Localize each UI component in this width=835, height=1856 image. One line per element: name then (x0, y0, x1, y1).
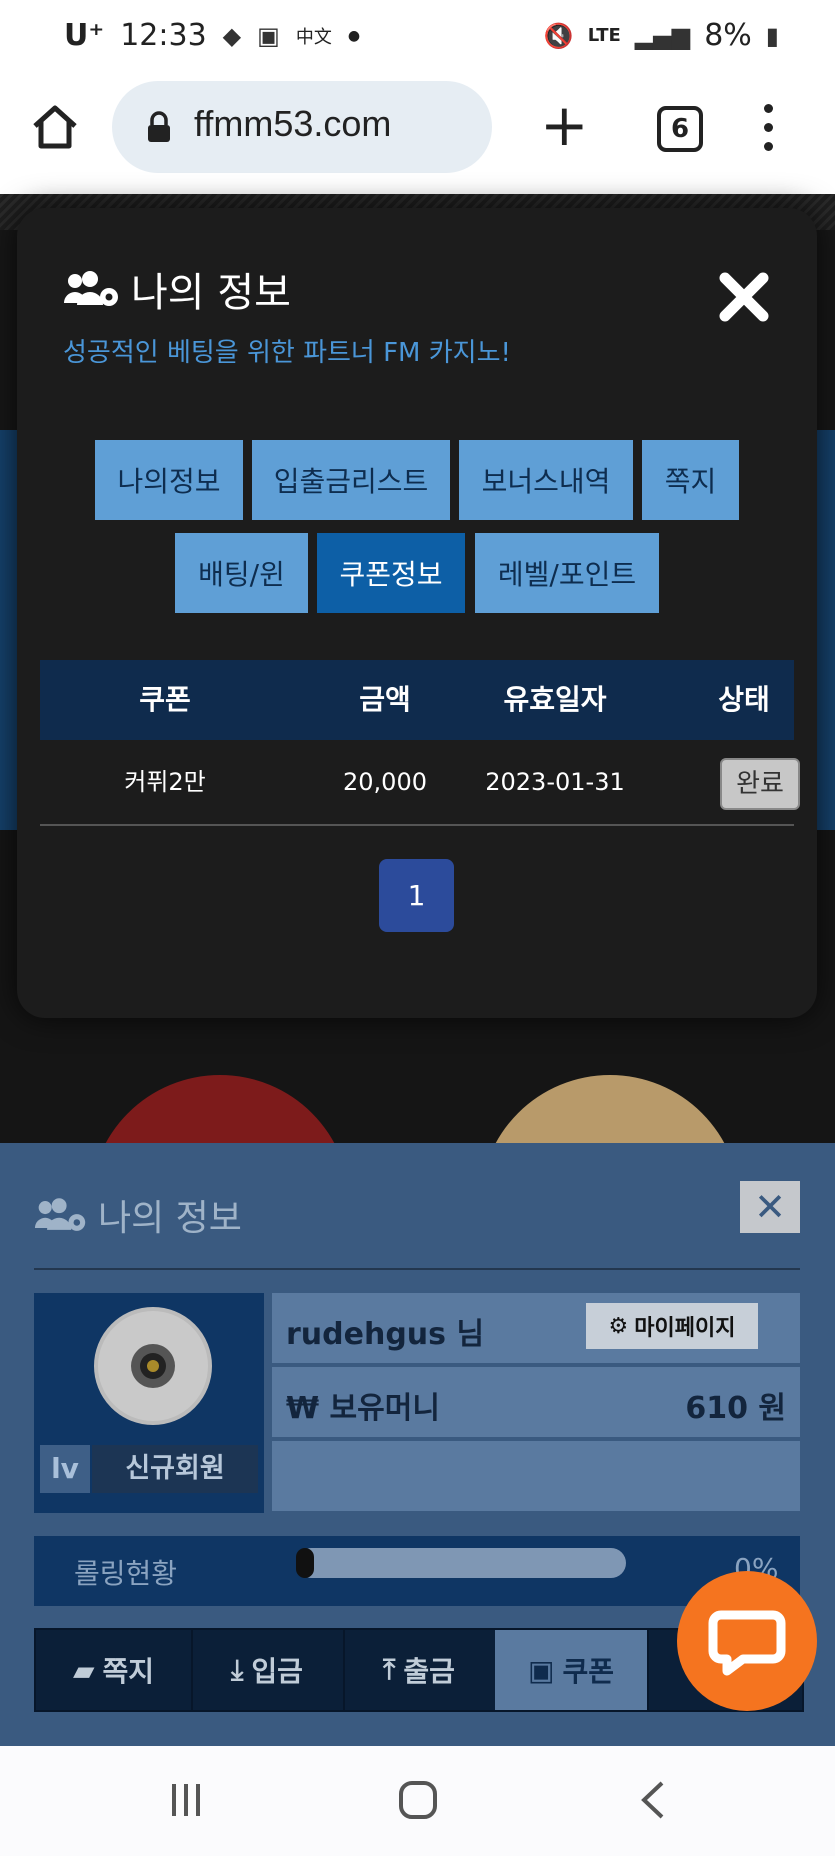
tab-my-info[interactable]: 나의정보 (95, 440, 243, 520)
tab-betting[interactable]: 배팅/윈 (175, 533, 308, 613)
recent-apps-icon[interactable] (168, 1782, 204, 1818)
level-label: lv (40, 1445, 90, 1493)
modal-title: 나의 정보 (63, 260, 291, 318)
column-header: 금액 (359, 683, 411, 716)
status-bar: U⁺ 12:33 ◆ ▣ 中文 ● 🔇 LTE ▂▄▆ 8% ▮ (0, 0, 835, 76)
empty-row (272, 1441, 800, 1511)
action-label: 쿠폰 (562, 1655, 614, 1688)
coupon-expiry: 2023-01-31 (485, 768, 625, 796)
mute-icon: 🔇 (543, 21, 574, 50)
tab-transactions[interactable]: 입출금리스트 (252, 440, 450, 520)
dot-icon: ● (347, 27, 361, 44)
coupon-button[interactable]: ▣ 쿠폰 (495, 1630, 649, 1710)
home-icon[interactable] (30, 102, 80, 152)
address-bar[interactable]: ffmm53.com (112, 81, 492, 173)
action-label: 입금 (251, 1655, 303, 1688)
lock-icon (148, 111, 170, 142)
member-grade: 신규회원 (92, 1445, 258, 1493)
username-row: rudehgus 님 ⚙ 마이페이지 (272, 1293, 800, 1363)
panel-title: 나의 정보 (34, 1189, 242, 1241)
users-gear-icon (34, 1198, 86, 1231)
new-tab-icon[interactable]: + (540, 96, 589, 154)
column-header: 쿠폰 (139, 683, 191, 716)
won-icon: ₩ (286, 1391, 320, 1426)
balance-label: ₩ 보유머니 (286, 1383, 440, 1427)
network-label: LTE (587, 25, 621, 46)
signal-icon: ▂▄▆ (634, 21, 691, 50)
users-gear-icon (64, 271, 118, 306)
tab-coupons[interactable]: 쿠폰정보 (317, 533, 465, 613)
page-1-button[interactable]: 1 (379, 859, 454, 932)
carrier-label: U⁺ (64, 18, 105, 53)
close-button[interactable]: ✕ (740, 1181, 800, 1233)
battery-icon: ▮ (765, 21, 779, 50)
panel-title-text: 나의 정보 (98, 1198, 242, 1239)
balance-label-text: 보유머니 (329, 1391, 440, 1426)
modal-subtitle: 성공적인 베팅을 위한 파트너 FM 카지노! (63, 338, 511, 368)
balance-value: 610 원 (685, 1391, 786, 1426)
mypage-button[interactable]: ⚙ 마이페이지 (586, 1303, 758, 1349)
system-nav-bar (0, 1746, 835, 1856)
battery-level: 8% (704, 18, 752, 53)
balance-row: ₩ 보유머니 610 원 (272, 1367, 800, 1437)
action-label: 쪽지 (102, 1655, 155, 1688)
back-icon[interactable] (638, 1780, 668, 1820)
table-row: 커퓌2만 20,000 2023-01-31 완료 (40, 740, 800, 826)
more-menu-icon[interactable] (764, 104, 773, 161)
money-icon: ▣ (528, 1653, 555, 1687)
rolling-progress-bar (296, 1548, 626, 1578)
tab-messages[interactable]: 쪽지 (642, 440, 739, 520)
language-indicator: 中文 (295, 26, 332, 48)
level-badge-icon (131, 1344, 175, 1388)
tab-level-points[interactable]: 레벨/포인트 (475, 533, 659, 613)
pill-icon: ◆ (222, 21, 242, 50)
profile-card: lv 신규회원 (34, 1293, 264, 1513)
image-icon: ▣ (257, 21, 280, 50)
chat-icon: ▰ (72, 1653, 95, 1687)
chat-icon (708, 1610, 786, 1676)
download-icon: ⤓ (231, 1653, 244, 1686)
table-header: 쿠폰 금액 유효일자 상태 (40, 660, 794, 740)
close-icon: ✕ (754, 1185, 786, 1229)
tab-count-button[interactable]: 6 (657, 106, 703, 152)
action-label: 출금 (403, 1655, 455, 1688)
withdraw-button[interactable]: ⤒ 출금 (343, 1630, 497, 1710)
deposit-button[interactable]: ⤓ 입금 (191, 1630, 345, 1710)
avatar (94, 1307, 212, 1425)
tab-bonus[interactable]: 보너스내역 (459, 440, 633, 520)
modal-title-text: 나의 정보 (131, 270, 291, 316)
my-info-modal: 나의 정보 성공적인 베팅을 위한 파트너 FM 카지노! 나의정보 입출금리스… (17, 208, 817, 1018)
clock: 12:33 (120, 18, 207, 53)
username: rudehgus 님 (286, 1317, 485, 1352)
column-header: 상태 (718, 683, 770, 716)
url-text: ffmm53.com (194, 103, 392, 144)
mypage-label: 마이페이지 (634, 1316, 736, 1341)
upload-icon: ⤒ (383, 1653, 396, 1686)
coupon-amount: 20,000 (343, 768, 427, 796)
coupon-name: 커퓌2만 (124, 768, 206, 796)
status-badge: 완료 (720, 758, 800, 810)
browser-toolbar: ffmm53.com + 6 (0, 76, 835, 195)
close-icon[interactable] (717, 270, 771, 324)
column-header: 유효일자 (503, 683, 607, 716)
live-chat-button[interactable] (677, 1571, 817, 1711)
rolling-label: 롤링현황 (74, 1557, 178, 1590)
gear-icon: ⚙ (608, 1313, 629, 1339)
divider (34, 1268, 800, 1270)
message-button[interactable]: ▰ 쪽지 (36, 1630, 193, 1710)
home-nav-icon[interactable] (398, 1780, 438, 1820)
rolling-progress-fill (296, 1548, 314, 1578)
